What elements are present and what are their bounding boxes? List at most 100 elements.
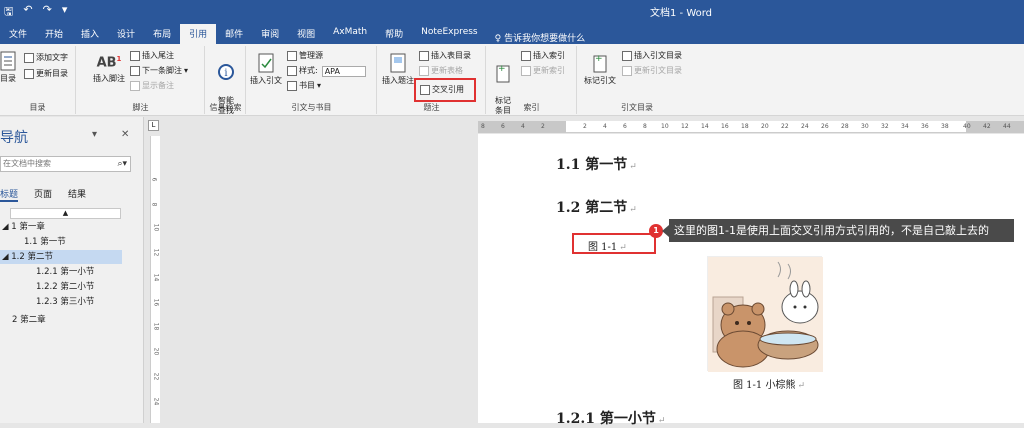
update-table-button[interactable]: 更新表格 [419, 65, 463, 77]
cross-reference-text: 图 1-1 [588, 242, 618, 253]
tree-item[interactable]: ◢ 1 第一章 [2, 220, 122, 234]
figure-caption[interactable]: 图 1-1 小棕熊 ↵ [733, 376, 805, 391]
nav-tabs: 标题 页面 结果 [0, 187, 86, 202]
hruler-tick: 6 [501, 123, 505, 130]
heading-text: 1.2 第二节 [556, 200, 628, 216]
tree-item[interactable]: 2 第二章 [12, 313, 46, 327]
insert-footnote-button[interactable]: AB1 插入脚注 [89, 54, 129, 84]
search-icon[interactable]: ⌕▾ [117, 157, 127, 171]
hruler-tick: 20 [761, 123, 769, 130]
tab-references[interactable]: 引用 [180, 24, 217, 44]
tree-item[interactable]: 1.2.2 第二小节 [36, 280, 94, 294]
vruler-tick: 14 [152, 273, 160, 282]
insert-toa-icon [622, 51, 632, 61]
update-toa-button[interactable]: 更新引文目录 [622, 65, 682, 77]
group-label-research: 信息检索 [209, 103, 242, 112]
hruler-tick: 28 [841, 123, 849, 130]
insert-citation-button[interactable]: 插入引文 [247, 52, 285, 86]
toc-button[interactable]: 目录 [0, 50, 20, 84]
insert-caption-button[interactable]: 插入题注 [380, 52, 416, 86]
tell-me-label: 告诉我你想要做什么 [504, 34, 586, 44]
tree-item[interactable]: 1.1 第一节 [24, 235, 122, 249]
add-text-button[interactable]: 添加文字 [24, 52, 68, 64]
bibliography-icon [287, 81, 297, 91]
redo-icon[interactable]: ↷ [43, 3, 52, 22]
update-table-icon [419, 66, 429, 76]
save-icon[interactable]: 🖫 [4, 3, 13, 22]
tree-item-label: 1.2 第二节 [11, 252, 53, 262]
mark-citation-label: 标记引文 [584, 76, 616, 85]
tab-noteexpress[interactable]: NoteExpress [412, 24, 486, 44]
customize-icon[interactable]: ▾ [62, 3, 68, 22]
vruler-tick: 6 [150, 177, 158, 182]
next-footnote-button[interactable]: 下一条脚注 ▾ [130, 65, 188, 77]
group-label-authorities: 引文目录 [621, 103, 653, 112]
insert-table-of-figures-button[interactable]: 插入表目录 [419, 50, 471, 62]
tree-item[interactable]: 1.2.3 第三小节 [36, 295, 94, 309]
heading-text: 1.1 第一节 [556, 157, 628, 173]
tree-item-label: 1.2.1 第一小节 [36, 267, 95, 277]
tab-home[interactable]: 开始 [36, 24, 72, 44]
nav-tab-results[interactable]: 结果 [68, 187, 86, 202]
close-icon[interactable]: ✕ [121, 129, 129, 140]
manage-sources-button[interactable]: 管理源 [287, 50, 323, 62]
tab-review[interactable]: 审阅 [252, 24, 288, 44]
nav-search-placeholder: 在文档中搜索 [3, 159, 51, 168]
undo-icon[interactable]: ↶ [23, 3, 32, 22]
show-notes-icon [130, 81, 140, 91]
group-citations: 插入引文 管理源 样式: APA 书目 ▾ 引文与书目 [247, 46, 377, 114]
style-select[interactable]: APA [321, 65, 366, 77]
hruler-tick: 8 [481, 123, 485, 130]
tell-me-box[interactable]: ♀ 告诉我你想要做什么 [487, 28, 593, 44]
tab-view[interactable]: 视图 [288, 24, 324, 44]
next-footnote-icon [130, 66, 140, 76]
vertical-ruler[interactable]: 6 8 10 12 14 16 18 20 22 24 [150, 136, 160, 423]
tab-mailings[interactable]: 邮件 [216, 24, 252, 44]
group-label-index: 索引 [523, 103, 540, 112]
tab-file[interactable]: 文件 [0, 24, 36, 44]
hruler-tick: 30 [861, 123, 869, 130]
cross-reference-field[interactable]: 图 1-1 ↵ [572, 233, 656, 254]
nav-tab-pages[interactable]: 页面 [34, 187, 52, 202]
update-index-button[interactable]: 更新索引 [521, 65, 565, 77]
tooltip-arrow [662, 225, 669, 237]
tab-selector-icon[interactable]: L [148, 120, 159, 131]
heading-1-2-1[interactable]: 1.2.1 第一小节 ↵ [556, 408, 665, 428]
tab-design[interactable]: 设计 [108, 24, 144, 44]
figure-image[interactable] [707, 256, 823, 372]
style-dropdown[interactable]: 样式: APA [287, 65, 366, 77]
bibliography-button[interactable]: 书目 ▾ [287, 80, 321, 92]
horizontal-ruler[interactable]: 8 6 4 2 2 4 6 8 10 12 14 16 18 20 22 24 … [478, 121, 1024, 133]
collapse-all-icon[interactable]: ▲ [10, 208, 121, 219]
heading-1-2[interactable]: 1.2 第二节 ↵ [556, 197, 637, 217]
nav-tab-headings[interactable]: 标题 [0, 187, 19, 202]
nav-search-input[interactable]: 在文档中搜索 ⌕▾ [0, 156, 131, 172]
group-research: i 智能 查找 信息检索 [206, 46, 246, 115]
hruler-tick: 40 [963, 123, 971, 130]
expand-triangle-icon[interactable]: ◢ [2, 252, 11, 262]
tree-item-selected[interactable]: ◢ 1.2 第二节 [0, 250, 122, 264]
tab-axmath[interactable]: AxMath [324, 24, 376, 44]
hruler-tick: 38 [941, 123, 949, 130]
tab-help[interactable]: 帮助 [376, 24, 412, 44]
nav-options-icon[interactable]: ▾ [92, 129, 97, 140]
ruler-margin-right [966, 121, 1024, 133]
insert-index-button[interactable]: 插入索引 [521, 50, 565, 62]
next-footnote-label: 下一条脚注 [142, 66, 182, 75]
update-toc-button[interactable]: 更新目录 [24, 68, 68, 80]
update-toc-label: 更新目录 [36, 69, 68, 78]
vruler-tick: 12 [152, 248, 160, 257]
show-notes-button[interactable]: 显示备注 [130, 80, 174, 92]
tab-insert[interactable]: 插入 [72, 24, 108, 44]
insert-endnote-button[interactable]: 插入尾注 [130, 50, 174, 62]
insert-citation-label: 插入引文 [250, 76, 282, 85]
insert-toa-button[interactable]: 插入引文目录 [622, 50, 682, 62]
svg-text:+: + [498, 64, 506, 74]
mark-citation-button[interactable]: + 标记引文 [580, 52, 620, 86]
heading-1-1[interactable]: 1.1 第一节 ↵ [556, 154, 637, 174]
tab-layout[interactable]: 布局 [144, 24, 180, 44]
expand-triangle-icon[interactable]: ◢ [2, 222, 11, 232]
insert-citation-icon [258, 53, 274, 73]
tree-item[interactable]: 1.2.1 第一小节 [36, 265, 94, 279]
insert-index-icon [521, 51, 531, 61]
